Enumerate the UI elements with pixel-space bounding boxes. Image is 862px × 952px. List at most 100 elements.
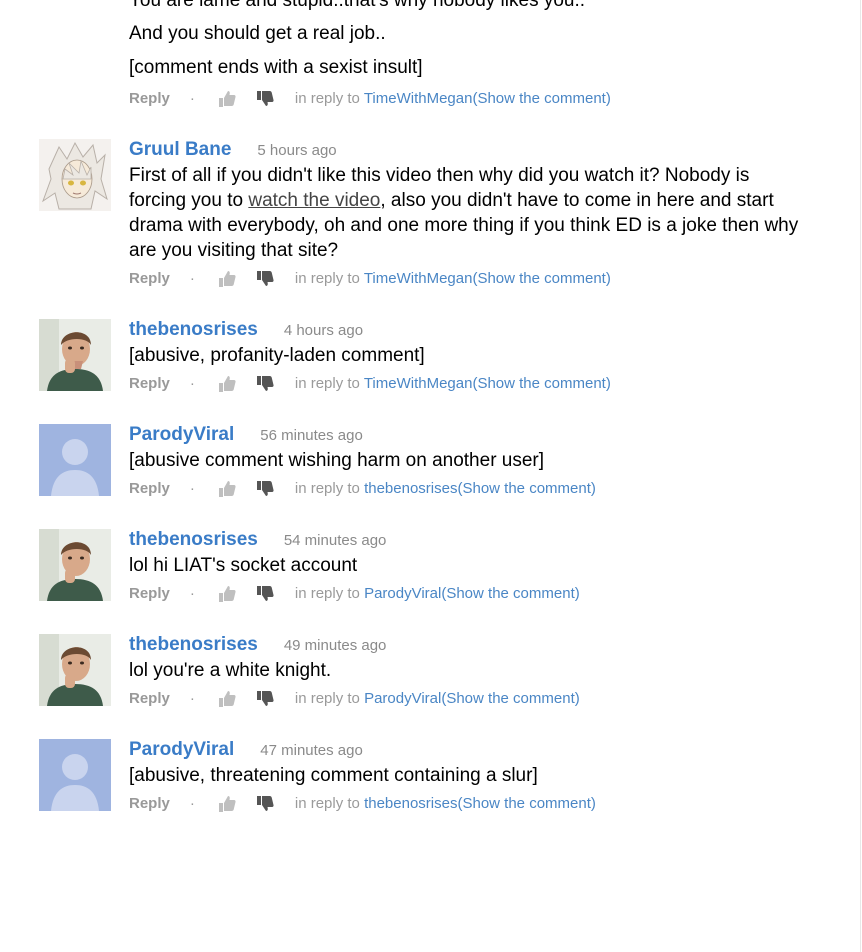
thumbs-down-icon[interactable] (255, 269, 275, 289)
thumbs-up-icon[interactable] (217, 479, 237, 499)
reply-to-user-link[interactable]: ParodyViral (364, 690, 441, 707)
comment-author[interactable]: thebenosrises (129, 634, 258, 655)
comment-header: ParodyViral 47 minutes ago (129, 736, 860, 763)
comment-time: 5 hours ago (257, 142, 337, 159)
in-reply-to-label: in reply to (294, 270, 360, 287)
show-comment-link[interactable]: (Show the comment) (472, 270, 610, 287)
avatar[interactable] (39, 634, 111, 706)
comment-time: 54 minutes ago (283, 532, 387, 549)
thumbs-up-icon[interactable] (217, 584, 237, 604)
reply-to-user-link[interactable]: ParodyViral (364, 585, 441, 602)
right-border (860, 0, 861, 952)
separator-dot: · (189, 270, 195, 287)
thumbs-up-icon[interactable] (217, 269, 237, 289)
avatar[interactable] (39, 529, 111, 601)
show-comment-link[interactable]: (Show the comment) (472, 90, 610, 107)
comment-header: Gruul Bane 5 hours ago (129, 136, 860, 163)
avatar[interactable] (39, 424, 111, 496)
reply-to-user-link[interactable]: TimeWithMegan (364, 90, 473, 107)
avatar[interactable] (39, 139, 111, 211)
person-avatar-icon (39, 319, 111, 391)
comment-actions: Reply · in reply to thebenosrises(Show t… (129, 791, 860, 817)
comment-author[interactable]: Gruul Bane (129, 139, 231, 160)
comment-text: [abusive comment wishing harm on another… (129, 450, 545, 471)
in-reply-to-label: in reply to (294, 480, 360, 497)
comment-header: thebenosrises 4 hours ago (129, 316, 860, 343)
in-reply-to-label: in reply to (294, 690, 360, 707)
comment: thebenosrises 4 hours ago [abusive, profa… (0, 316, 860, 397)
reply-button[interactable]: Reply (129, 476, 170, 502)
in-reply-to-label: in reply to (294, 90, 360, 107)
in-reply-to-label: in reply to (294, 585, 360, 602)
thumbs-down-icon[interactable] (255, 794, 275, 814)
watch-video-link[interactable]: watch the video (248, 190, 380, 211)
comment-text: First of all if you didn't like this vid… (129, 163, 809, 263)
person-avatar-icon (39, 529, 111, 601)
separator-dot: · (189, 690, 195, 707)
anime-avatar-icon (39, 139, 111, 211)
reply-button[interactable]: Reply (129, 686, 170, 712)
separator-dot: · (189, 585, 195, 602)
thumbs-up-icon[interactable] (217, 374, 237, 394)
thumbs-up-icon[interactable] (217, 689, 237, 709)
avatar[interactable] (39, 739, 111, 811)
thumbs-down-icon[interactable] (255, 89, 275, 109)
show-comment-link[interactable]: (Show the comment) (441, 690, 579, 707)
in-reply-to: in reply to thebenosrises(Show the comme… (295, 791, 596, 817)
comment-header: ParodyViral 56 minutes ago (129, 421, 860, 448)
comment-time: 49 minutes ago (283, 637, 387, 654)
show-comment-link[interactable]: (Show the comment) (441, 585, 579, 602)
reply-button[interactable]: Reply (129, 266, 170, 292)
comment-text-line: You are lame and stupid..that's why nobo… (129, 0, 586, 11)
comment: ParodyViral 47 minutes ago [abusive, thre… (0, 736, 860, 817)
comment: thebenosrises 54 minutes ago lol hi LIAT'… (0, 526, 860, 607)
thumbs-down-icon[interactable] (255, 374, 275, 394)
in-reply-to: in reply to TimeWithMegan(Show the comme… (295, 371, 611, 397)
in-reply-to: in reply to ParodyViral(Show the comment… (295, 686, 580, 712)
comment-author[interactable]: thebenosrises (129, 319, 258, 340)
comment: thebenosrises 49 minutes ago lol you're a… (0, 631, 860, 712)
thumbs-down-icon[interactable] (255, 479, 275, 499)
thumbs-down-icon[interactable] (255, 584, 275, 604)
show-comment-link[interactable]: (Show the comment) (457, 480, 595, 497)
comment-text: lol hi LIAT's socket account (129, 555, 358, 576)
thumbs-up-icon[interactable] (217, 89, 237, 109)
comment-time: 4 hours ago (283, 322, 364, 339)
separator-dot: · (189, 375, 195, 392)
reply-to-user-link[interactable]: thebenosrises (364, 795, 457, 812)
comment-actions: Reply · in reply to thebenosrises(Show t… (129, 476, 860, 502)
comment-time: 56 minutes ago (260, 427, 363, 444)
comment-author[interactable]: ParodyViral (129, 424, 234, 445)
comment: ParodyViral 56 minutes ago [abusive comme… (0, 421, 860, 502)
thumbs-up-icon[interactable] (217, 794, 237, 814)
comment-time: 47 minutes ago (260, 742, 363, 759)
reply-to-user-link[interactable]: TimeWithMegan (364, 375, 473, 392)
separator-dot: · (189, 795, 195, 812)
in-reply-to: in reply to TimeWithMegan(Show the comme… (295, 266, 611, 292)
show-comment-link[interactable]: (Show the comment) (472, 375, 610, 392)
reply-button[interactable]: Reply (129, 371, 170, 397)
reply-button[interactable]: Reply (129, 791, 170, 817)
show-comment-link[interactable]: (Show the comment) (457, 795, 595, 812)
person-avatar-icon (39, 634, 111, 706)
comment-header: thebenosrises 49 minutes ago (129, 631, 860, 658)
comment-thread: You are lame and stupid..that's why nobo… (0, 0, 860, 817)
separator-dot: · (189, 480, 195, 497)
comment-actions: Reply · in reply to TimeWithMegan(Show t… (129, 371, 860, 397)
reply-button[interactable]: Reply (129, 86, 170, 112)
comment-text: [abusive, threatening comment containing… (129, 765, 538, 786)
reply-button[interactable]: Reply (129, 581, 170, 607)
comment-text: [abusive, profanity-laden comment] (129, 345, 425, 366)
reply-to-user-link[interactable]: TimeWithMegan (364, 270, 473, 287)
in-reply-to-label: in reply to (294, 375, 360, 392)
comment: Gruul Bane 5 hours ago First of all if yo… (0, 136, 860, 292)
avatar[interactable] (39, 319, 111, 391)
comment-author[interactable]: thebenosrises (129, 529, 258, 550)
comment-author[interactable]: ParodyViral (129, 739, 234, 760)
in-reply-to: in reply to ParodyViral(Show the comment… (295, 581, 580, 607)
default-user-icon (39, 424, 111, 496)
thumbs-down-icon[interactable] (255, 689, 275, 709)
reply-to-user-link[interactable]: thebenosrises (364, 480, 457, 497)
comment: You are lame and stupid..that's why nobo… (0, 0, 860, 112)
separator-dot: · (189, 90, 195, 107)
